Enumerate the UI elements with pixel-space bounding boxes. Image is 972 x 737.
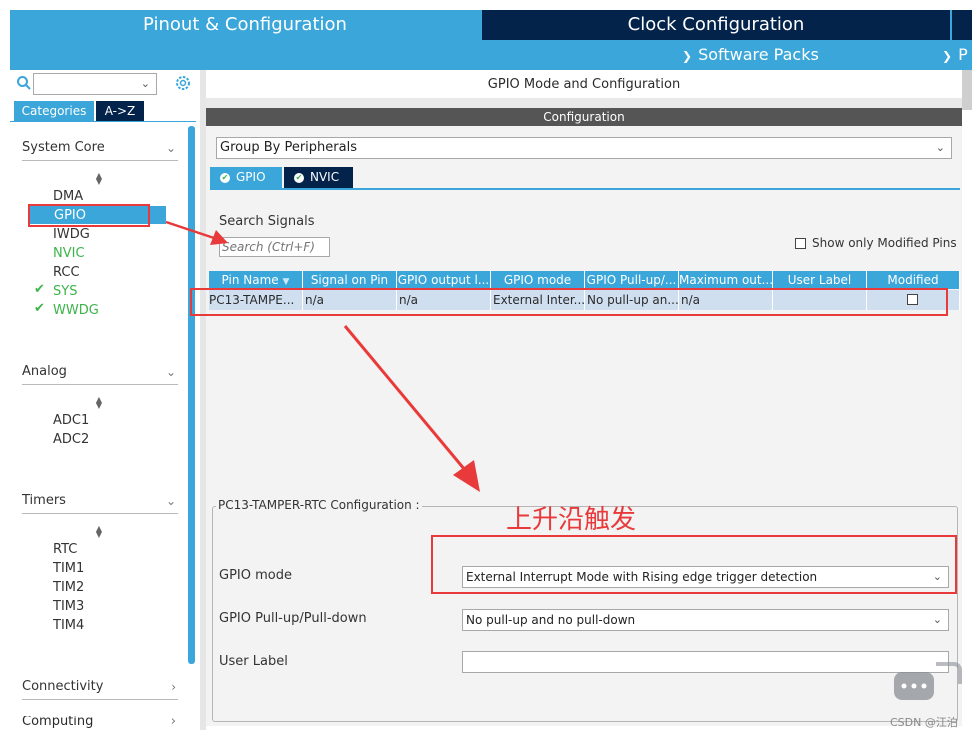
gpio-mode-label: GPIO mode xyxy=(219,568,292,583)
user-label-label: User Label xyxy=(219,654,288,669)
annotation-arrowhead-long xyxy=(453,460,480,492)
pull-select[interactable]: No pull-up and no pull-down ⌄ xyxy=(462,609,949,631)
annotation-arrow-short xyxy=(165,220,215,240)
pin-config-legend: PC13-TAMPER-RTC Configuration : xyxy=(216,498,422,512)
pull-label: GPIO Pull-up/Pull-down xyxy=(219,611,367,626)
chat-bubble-icon xyxy=(892,654,962,706)
chevron-down-icon: ⌄ xyxy=(932,613,942,626)
pull-value: No pull-up and no pull-down xyxy=(466,613,636,627)
annotation-arrow-long xyxy=(343,325,467,471)
annotation-text: 上升沿触发 xyxy=(506,505,637,535)
user-label-input[interactable] xyxy=(462,651,949,673)
annotation-box-gpio-mode xyxy=(431,535,957,594)
watermark: CSDN @江泊 xyxy=(890,716,958,729)
